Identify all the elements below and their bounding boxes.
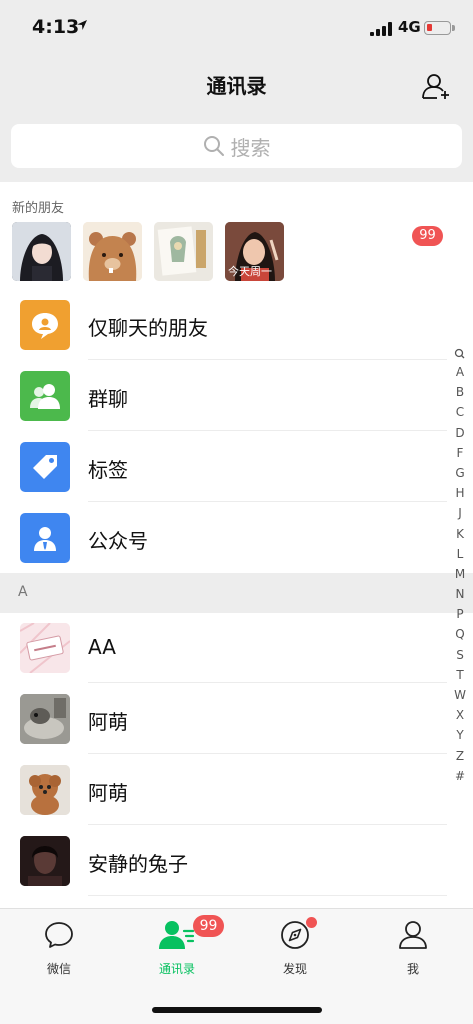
contacts-icon [159,921,195,949]
tags-row[interactable]: 标签 [0,432,447,502]
search-icon[interactable] [449,346,471,362]
group-icon [20,371,70,421]
new-friends-title: 新的朋友 [12,201,65,216]
contact-row[interactable]: 安静的兔子 [0,826,447,896]
group-chats-row[interactable]: 群聊 [0,361,447,431]
avatar [20,765,70,815]
tab-chats[interactable]: 微信 [0,909,118,989]
location-arrow-icon [77,20,87,30]
index-letter[interactable]: L [449,544,471,564]
section-header: A [0,573,473,613]
index-letter[interactable]: D [449,423,471,443]
index-letter[interactable]: M [449,564,471,584]
official-account-icon [20,513,70,563]
index-letter[interactable]: N [449,584,471,604]
avatar[interactable] [154,222,213,281]
index-letter[interactable]: F [449,443,471,463]
network-type: 4G [398,18,421,36]
tab-discover[interactable]: 发现 [236,909,354,989]
tab-me[interactable]: 我 [354,909,472,989]
home-indicator[interactable] [152,1007,322,1013]
avatar [20,836,70,886]
contact-row[interactable]: AA [0,613,447,683]
avatar [20,623,70,673]
search-input[interactable]: 搜索 [11,124,462,168]
index-letter[interactable]: T [449,665,471,685]
row-label: 群聊 [88,387,128,411]
index-letter[interactable]: C [449,402,471,422]
index-letter[interactable]: P [449,604,471,624]
avatar [20,694,70,744]
index-letter[interactable]: X [449,705,471,725]
index-letter[interactable]: S [449,645,471,665]
friends-only-chat-row[interactable]: 仅聊天的朋友 [0,290,447,360]
search-placeholder: 搜索 [230,135,271,160]
index-letter[interactable]: K [449,524,471,544]
battery-icon [424,21,455,35]
contact-row[interactable]: 阿萌 [0,684,447,754]
status-bar: 4:13 4G [0,0,473,56]
add-friend-icon[interactable] [420,70,452,102]
new-friends-badge: 99 [412,226,443,246]
section-letter: A [18,584,28,600]
chat-bubble-icon [20,300,70,350]
official-accounts-row[interactable]: 公众号 [0,503,447,573]
avatar[interactable] [83,222,142,281]
search-icon [203,136,224,156]
page-title: 通讯录 [206,74,267,98]
index-letter[interactable]: Y [449,725,471,745]
contact-name: AA [88,635,116,659]
signal-icon [370,22,392,36]
index-letter[interactable]: J [449,503,471,523]
contact-name: 阿萌 [88,710,128,734]
notification-dot [306,917,317,928]
row-label: 仅聊天的朋友 [88,316,208,340]
search-area: 搜索 [0,118,473,182]
index-letter[interactable]: B [449,382,471,402]
avatar-caption: 今天周一 [228,265,272,278]
index-letter[interactable]: Z [449,746,471,766]
tab-label: 我 [406,962,419,976]
avatar[interactable] [12,222,71,281]
index-letter[interactable]: A [449,362,471,382]
unread-badge: 99 [193,915,224,937]
nav-bar: 通讯录 [0,56,473,118]
index-letter[interactable]: # [449,766,471,786]
avatar[interactable]: 今天周一 [225,222,284,281]
chat-icon [45,922,73,948]
status-time: 4:13 [32,16,80,38]
row-label: 公众号 [88,529,148,553]
contact-name: 阿萌 [88,781,128,805]
contact-name: 安静的兔子 [88,852,188,876]
tab-contacts[interactable]: 通讯录 99 [118,909,236,989]
tab-label: 微信 [46,962,71,976]
index-letter[interactable]: G [449,463,471,483]
index-letter[interactable]: Q [449,624,471,644]
alphabet-index[interactable]: A B C D F G H J K L M N P Q S T W X Y Z … [449,346,471,786]
new-friends-section[interactable]: 新的朋友 今天周一 99 [0,182,473,290]
contact-row[interactable]: 阿萌 [0,755,447,825]
index-letter[interactable]: W [449,685,471,705]
row-label: 标签 [88,458,128,482]
index-letter[interactable]: H [449,483,471,503]
tab-label: 发现 [282,962,307,976]
tag-icon [20,442,70,492]
tab-label: 通讯录 [158,962,195,976]
person-icon [399,921,427,949]
